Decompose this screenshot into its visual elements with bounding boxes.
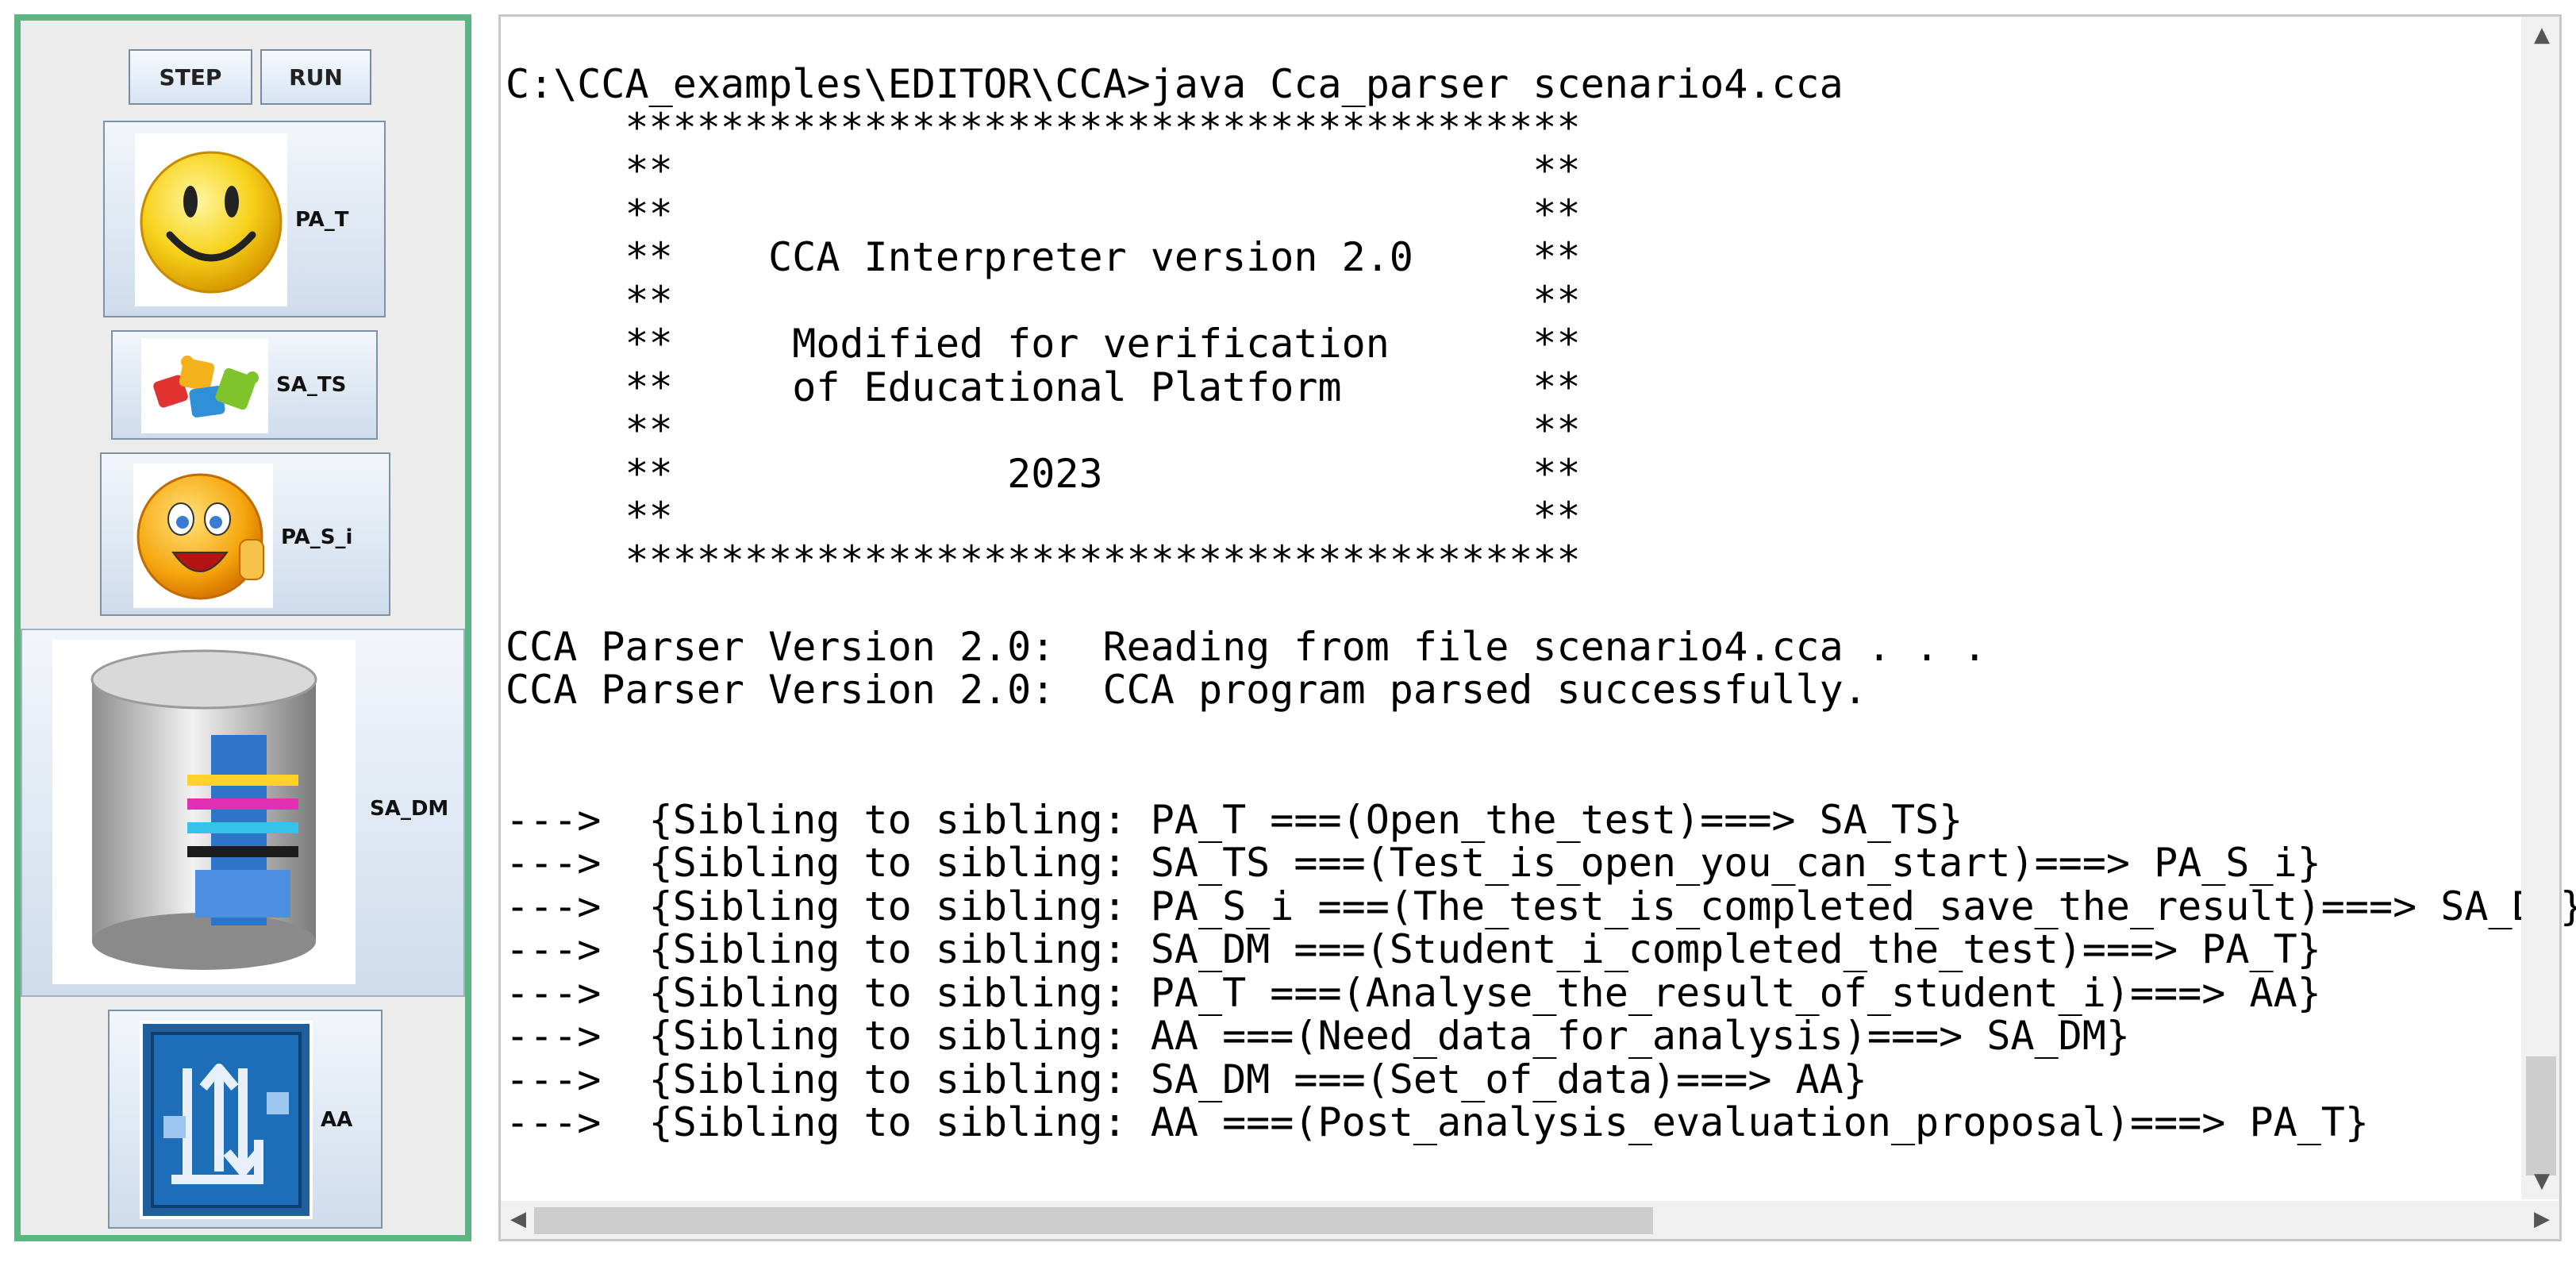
- thumbs-up-smiley-icon: [133, 464, 273, 608]
- vertical-scroll-thumb[interactable]: [2526, 1056, 2556, 1175]
- console-line: ** of Educational Platform **: [506, 364, 1581, 410]
- console-line: ---> {Sibling to sibling: AA ===(Post_an…: [506, 1099, 2369, 1145]
- scroll-right-icon[interactable]: ▶: [2534, 1207, 2550, 1231]
- console-line: ** **: [506, 277, 1581, 324]
- console-line: ****************************************: [506, 104, 1581, 151]
- console-line: C:\CCA_examples\EDITOR\CCA>java Cca_pars…: [506, 61, 1844, 107]
- console-line: ** **: [506, 407, 1581, 453]
- scroll-up-icon[interactable]: ▲: [2534, 23, 2550, 47]
- agent-button-pa-t[interactable]: PA_T: [103, 121, 386, 317]
- agent-label: SA_DM: [370, 797, 449, 821]
- console-line: ---> {Sibling to sibling: PA_S_i ===(The…: [506, 883, 2576, 929]
- console-text: C:\CCA_examples\EDITOR\CCA>java Cca_pars…: [506, 63, 2576, 1145]
- data-transfer-icon: [140, 1021, 313, 1219]
- puzzle-pieces-icon: [141, 338, 268, 433]
- console-line: ** **: [506, 190, 1581, 237]
- step-button[interactable]: STEP: [129, 49, 252, 105]
- console-line: ---> {Sibling to sibling: PA_T ===(Open_…: [506, 796, 1963, 843]
- agent-button-sa-dm[interactable]: SA_DM: [21, 629, 465, 997]
- horizontal-scrollbar[interactable]: ◀ ▶: [501, 1201, 2559, 1239]
- smiley-face-icon: [135, 133, 287, 306]
- console-line: ---> {Sibling to sibling: SA_DM ===(Set_…: [506, 1056, 1867, 1102]
- agent-label: AA: [321, 1108, 353, 1132]
- console-line: ---> {Sibling to sibling: SA_DM ===(Stud…: [506, 926, 2321, 972]
- console-line: CCA Parser Version 2.0: CCA program pars…: [506, 667, 1867, 713]
- run-button[interactable]: RUN: [260, 49, 371, 105]
- agent-label: PA_T: [295, 208, 349, 232]
- scroll-left-icon[interactable]: ◀: [510, 1207, 526, 1231]
- console-line: ---> {Sibling to sibling: AA ===(Need_da…: [506, 1013, 2130, 1059]
- agent-label: SA_TS: [276, 373, 347, 397]
- console-line: CCA Parser Version 2.0: Reading from fil…: [506, 623, 1987, 670]
- console-line: ** **: [506, 148, 1581, 194]
- scroll-down-icon[interactable]: ▼: [2534, 1169, 2550, 1193]
- database-icon: [52, 640, 356, 984]
- console-output[interactable]: C:\CCA_examples\EDITOR\CCA>java Cca_pars…: [498, 14, 2576, 1241]
- console-line: ---> {Sibling to sibling: PA_T ===(Analy…: [506, 969, 2321, 1016]
- horizontal-scroll-thumb[interactable]: [534, 1207, 1653, 1234]
- agent-panel: STEP RUN PA_T SA_TS PA_S_i SA_DM AA: [14, 14, 471, 1241]
- agent-button-aa[interactable]: AA: [108, 1010, 383, 1229]
- console-line: ** CCA Interpreter version 2.0 **: [506, 234, 1581, 280]
- agent-button-sa-ts[interactable]: SA_TS: [111, 330, 378, 440]
- vertical-scrollbar[interactable]: ▲ ▼: [2521, 17, 2559, 1199]
- console-line: ---> {Sibling to sibling: SA_TS ===(Test…: [506, 840, 2321, 886]
- console-line: ** 2023 **: [506, 450, 1581, 497]
- console-line: ** Modified for verification **: [506, 321, 1581, 367]
- agent-button-pa-s-i[interactable]: PA_S_i: [100, 452, 390, 616]
- agent-label: PA_S_i: [281, 525, 353, 549]
- console-line: ****************************************: [506, 537, 1581, 583]
- console-line: ** **: [506, 494, 1581, 540]
